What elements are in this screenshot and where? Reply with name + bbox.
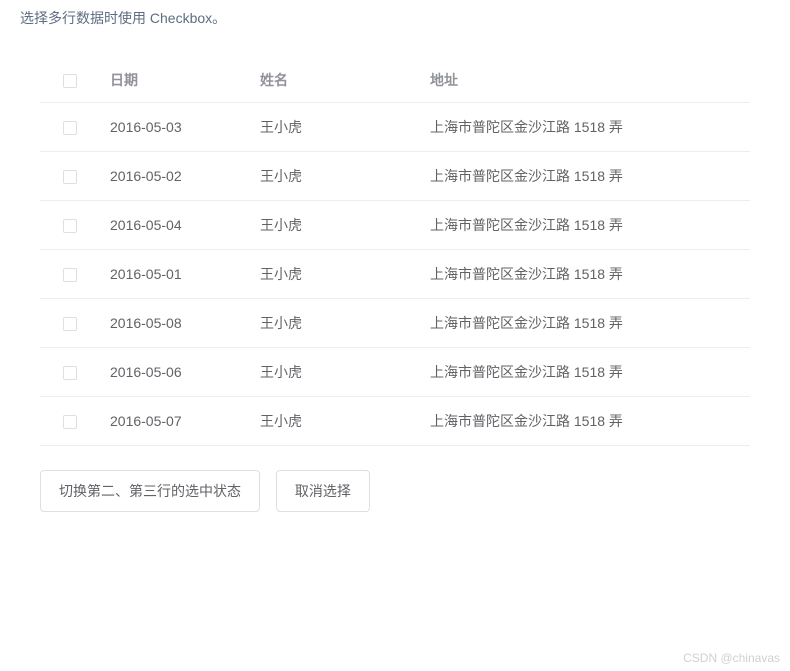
cell-date: 2016-05-06 xyxy=(100,348,250,397)
table-row: 2016-05-03王小虎上海市普陀区金沙江路 1518 弄 xyxy=(40,103,750,152)
row-checkbox[interactable] xyxy=(63,268,77,282)
cell-name: 王小虎 xyxy=(250,348,420,397)
row-checkbox-cell xyxy=(40,299,100,348)
row-checkbox-cell xyxy=(40,250,100,299)
cell-name: 王小虎 xyxy=(250,201,420,250)
row-checkbox[interactable] xyxy=(63,121,77,135)
table-row: 2016-05-08王小虎上海市普陀区金沙江路 1518 弄 xyxy=(40,299,750,348)
row-checkbox[interactable] xyxy=(63,366,77,380)
row-checkbox-cell xyxy=(40,201,100,250)
cell-date: 2016-05-02 xyxy=(100,152,250,201)
header-address: 地址 xyxy=(420,58,750,103)
row-checkbox[interactable] xyxy=(63,415,77,429)
cell-date: 2016-05-01 xyxy=(100,250,250,299)
cancel-selection-button[interactable]: 取消选择 xyxy=(276,470,370,512)
row-checkbox-cell xyxy=(40,397,100,446)
cell-name: 王小虎 xyxy=(250,103,420,152)
table-row: 2016-05-06王小虎上海市普陀区金沙江路 1518 弄 xyxy=(40,348,750,397)
watermark-text: CSDN @chinavas xyxy=(683,651,780,665)
row-checkbox[interactable] xyxy=(63,219,77,233)
table-row: 2016-05-01王小虎上海市普陀区金沙江路 1518 弄 xyxy=(40,250,750,299)
header-name: 姓名 xyxy=(250,58,420,103)
button-row: 切换第二、第三行的选中状态 取消选择 xyxy=(0,470,790,512)
table-row: 2016-05-04王小虎上海市普陀区金沙江路 1518 弄 xyxy=(40,201,750,250)
cell-date: 2016-05-07 xyxy=(100,397,250,446)
table-row: 2016-05-02王小虎上海市普陀区金沙江路 1518 弄 xyxy=(40,152,750,201)
header-checkbox-cell xyxy=(40,58,100,103)
cell-address: 上海市普陀区金沙江路 1518 弄 xyxy=(420,250,750,299)
cell-date: 2016-05-03 xyxy=(100,103,250,152)
select-all-checkbox[interactable] xyxy=(63,74,77,88)
header-date: 日期 xyxy=(100,58,250,103)
row-checkbox[interactable] xyxy=(63,317,77,331)
toggle-selection-button[interactable]: 切换第二、第三行的选中状态 xyxy=(40,470,260,512)
table-container: 日期 姓名 地址 2016-05-03王小虎上海市普陀区金沙江路 1518 弄2… xyxy=(0,58,790,446)
row-checkbox[interactable] xyxy=(63,170,77,184)
cell-name: 王小虎 xyxy=(250,152,420,201)
row-checkbox-cell xyxy=(40,152,100,201)
cell-address: 上海市普陀区金沙江路 1518 弄 xyxy=(420,103,750,152)
table-row: 2016-05-07王小虎上海市普陀区金沙江路 1518 弄 xyxy=(40,397,750,446)
cell-date: 2016-05-04 xyxy=(100,201,250,250)
row-checkbox-cell xyxy=(40,103,100,152)
data-table: 日期 姓名 地址 2016-05-03王小虎上海市普陀区金沙江路 1518 弄2… xyxy=(40,58,750,446)
cell-name: 王小虎 xyxy=(250,397,420,446)
row-checkbox-cell xyxy=(40,348,100,397)
cell-address: 上海市普陀区金沙江路 1518 弄 xyxy=(420,299,750,348)
cell-address: 上海市普陀区金沙江路 1518 弄 xyxy=(420,348,750,397)
cell-name: 王小虎 xyxy=(250,250,420,299)
cell-address: 上海市普陀区金沙江路 1518 弄 xyxy=(420,201,750,250)
description-text: 选择多行数据时使用 Checkbox。 xyxy=(0,0,790,28)
cell-address: 上海市普陀区金沙江路 1518 弄 xyxy=(420,152,750,201)
table-header-row: 日期 姓名 地址 xyxy=(40,58,750,103)
cell-date: 2016-05-08 xyxy=(100,299,250,348)
cell-address: 上海市普陀区金沙江路 1518 弄 xyxy=(420,397,750,446)
cell-name: 王小虎 xyxy=(250,299,420,348)
